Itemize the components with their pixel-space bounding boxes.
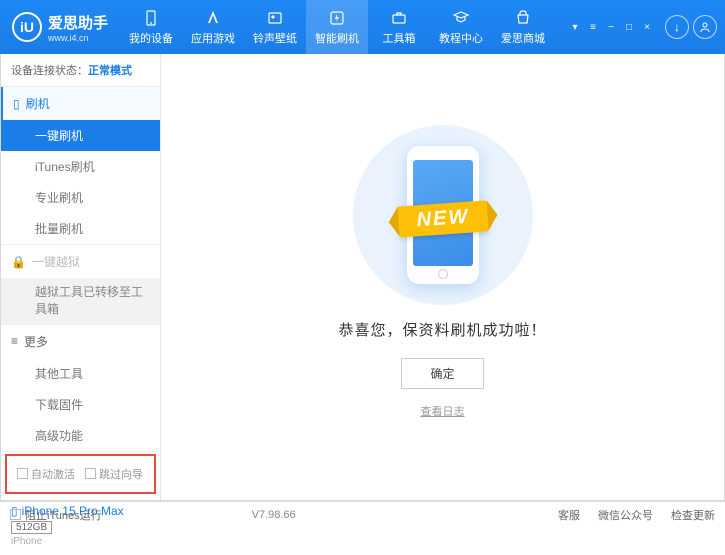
version-label: V7.98.66 (252, 509, 296, 521)
menu-lines-icon: ≡ (11, 334, 18, 348)
footer-link-update[interactable]: 检查更新 (671, 507, 715, 523)
sidebar-item-oneclick-flash[interactable]: 一键刷机 (1, 120, 160, 151)
device-storage-badge: 512GB (11, 521, 52, 534)
sidebar-item-advanced[interactable]: 高级功能 (1, 420, 160, 451)
sidebar-item-other-tools[interactable]: 其他工具 (1, 358, 160, 389)
minimize-icon[interactable]: − (603, 19, 619, 35)
success-message: 恭喜您，保资料刷机成功啦！ (338, 319, 546, 340)
logo-area: iU 爱思助手 www.i4.cn (0, 12, 120, 43)
jailbreak-moved-note: 越狱工具已转移至工具箱 (1, 278, 160, 324)
menu-icon[interactable]: ▾ (567, 19, 583, 35)
device-type: iPhone (11, 536, 150, 547)
options-row: 自动激活 跳过向导 (5, 454, 156, 494)
nav-tabs: 我的设备 应用游戏 铃声壁纸 智能刷机 工具箱 教程中心 爱思商城 (120, 0, 559, 54)
sidebar-section-jailbreak: 🔒 一键越狱 (1, 245, 160, 278)
tab-apps[interactable]: 应用游戏 (182, 0, 244, 54)
tab-tutorial[interactable]: 教程中心 (430, 0, 492, 54)
sidebar-item-pro-flash[interactable]: 专业刷机 (1, 182, 160, 213)
skin-icon[interactable]: ≡ (585, 19, 601, 35)
maximize-icon[interactable]: □ (621, 19, 637, 35)
device-info: ▯ iPhone 15 Pro Max 512GB iPhone (1, 496, 160, 555)
device-status: 设备连接状态：正常模式 (1, 54, 160, 87)
toolbox-icon (390, 9, 408, 27)
apps-icon (204, 9, 222, 27)
sidebar: 设备连接状态：正常模式 ▯ 刷机 一键刷机 iTunes刷机 专业刷机 批量刷机… (1, 54, 161, 500)
device-icon (142, 9, 160, 27)
new-banner: NEW (397, 200, 488, 237)
footer-link-wechat[interactable]: 微信公众号 (598, 507, 653, 523)
app-title: 爱思助手 (48, 12, 108, 33)
sidebar-section-more[interactable]: ≡ 更多 (1, 325, 160, 358)
phone-icon: ▯ (13, 97, 20, 111)
tab-wallpaper[interactable]: 铃声壁纸 (244, 0, 306, 54)
sidebar-item-itunes-flash[interactable]: iTunes刷机 (1, 151, 160, 182)
tab-store[interactable]: 爱思商城 (492, 0, 554, 54)
sidebar-item-batch-flash[interactable]: 批量刷机 (1, 213, 160, 244)
wallpaper-icon (266, 9, 284, 27)
footer-link-support[interactable]: 客服 (558, 507, 580, 523)
close-icon[interactable]: × (639, 19, 655, 35)
logo-icon: iU (12, 12, 42, 42)
checkbox-block-itunes[interactable]: 阻止iTunes运行 (10, 507, 102, 523)
sidebar-section-flash[interactable]: ▯ 刷机 (1, 87, 160, 120)
flash-icon (328, 9, 346, 27)
checkbox-skip-setup[interactable]: 跳过向导 (85, 466, 143, 482)
download-button[interactable]: ↓ (665, 15, 689, 39)
store-icon (514, 9, 532, 27)
sidebar-item-download-firmware[interactable]: 下载固件 (1, 389, 160, 420)
tab-my-device[interactable]: 我的设备 (120, 0, 182, 54)
user-button[interactable] (693, 15, 717, 39)
lock-icon: 🔒 (11, 255, 26, 269)
app-header: iU 爱思助手 www.i4.cn 我的设备 应用游戏 铃声壁纸 智能刷机 工具… (0, 0, 725, 54)
checkbox-auto-activate[interactable]: 自动激活 (17, 466, 75, 482)
success-illustration: NEW (353, 125, 533, 305)
tab-flash[interactable]: 智能刷机 (306, 0, 368, 54)
ok-button[interactable]: 确定 (401, 358, 483, 389)
app-subtitle: www.i4.cn (48, 33, 108, 43)
tutorial-icon (452, 9, 470, 27)
tab-toolbox[interactable]: 工具箱 (368, 0, 430, 54)
header-controls: ▾ ≡ − □ × ↓ (559, 15, 725, 39)
main-content: NEW 恭喜您，保资料刷机成功啦！ 确定 查看日志 (161, 54, 724, 500)
view-log-link[interactable]: 查看日志 (421, 403, 465, 419)
